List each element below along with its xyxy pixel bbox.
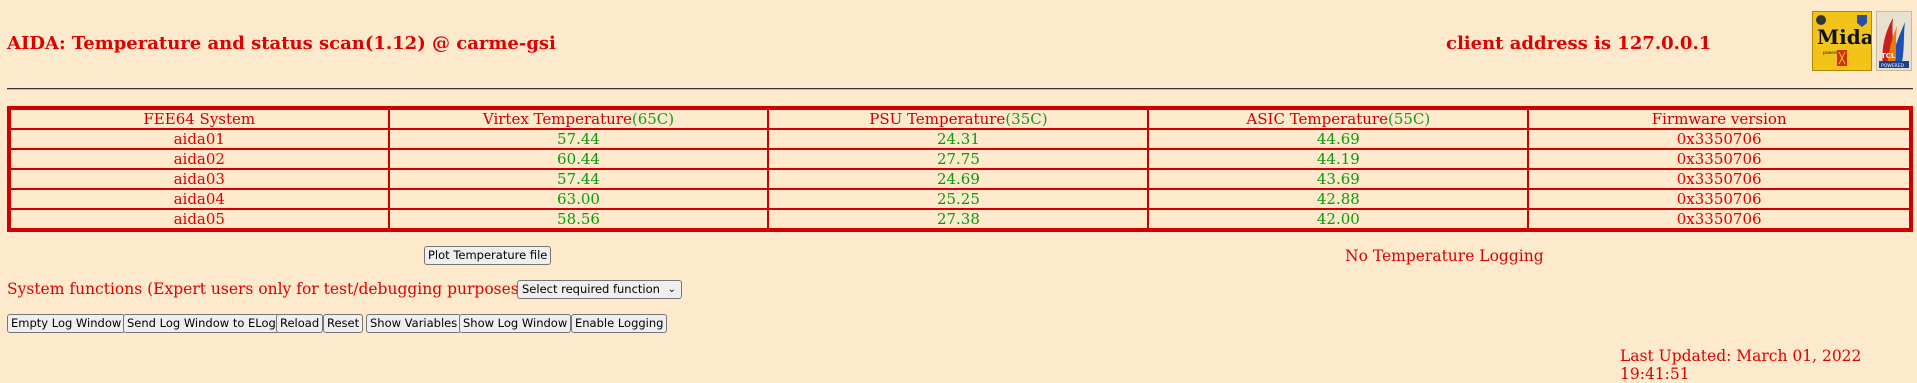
column-header-virtex: Virtex Temperature(65C) <box>388 109 769 129</box>
system-cell: aida04 <box>10 189 389 209</box>
virtex-temp-cell: 60.44 <box>388 149 769 169</box>
table-row: aida03 57.44 24.69 43.69 0x3350706 <box>10 169 1910 189</box>
asic-temp-cell: 43.69 <box>1148 169 1529 189</box>
tcl-powered-logo[interactable]: TCL POWERED <box>1876 11 1912 71</box>
column-header-system: FEE64 System <box>10 109 389 129</box>
virtex-temp-cell: 57.44 <box>388 169 769 189</box>
table-row: aida01 57.44 24.31 44.69 0x3350706 <box>10 129 1910 149</box>
psu-limit: (35C) <box>1005 110 1048 128</box>
plot-temperature-button[interactable]: Plot Temperature file <box>424 246 552 265</box>
firmware-cell: 0x3350706 <box>1528 209 1910 229</box>
show-log-window-button[interactable]: Show Log Window <box>459 314 572 333</box>
asic-temp-cell: 44.19 <box>1148 149 1529 169</box>
firmware-cell: 0x3350706 <box>1528 189 1910 209</box>
reset-button[interactable]: Reset <box>323 314 364 333</box>
system-cell: aida05 <box>10 209 389 229</box>
virtex-limit: (65C) <box>631 110 675 128</box>
horizontal-divider <box>7 88 1913 90</box>
page-title: AIDA: Temperature and status scan(1.12) … <box>7 33 556 54</box>
psu-temp-cell: 27.75 <box>768 149 1149 169</box>
table-row: aida05 58.56 27.38 42.00 0x3350706 <box>10 209 1910 229</box>
firmware-cell: 0x3350706 <box>1528 169 1910 189</box>
virtex-temp-cell: 58.56 <box>388 209 769 229</box>
svg-text:TCL: TCL <box>1881 52 1896 60</box>
function-select[interactable]: Select required function ⌄ <box>517 280 682 299</box>
asic-limit: (55C) <box>1387 110 1431 128</box>
reload-button[interactable]: Reload <box>276 314 324 333</box>
svg-text:POWERED: POWERED <box>1881 63 1905 69</box>
system-functions-label: System functions (Expert users only for … <box>7 280 544 298</box>
system-cell: aida03 <box>10 169 389 189</box>
enable-logging-button[interactable]: Enable Logging <box>571 314 668 333</box>
asic-temp-cell: 42.00 <box>1148 209 1529 229</box>
chevron-down-icon: ⌄ <box>667 284 676 295</box>
asic-temp-cell: 42.88 <box>1148 189 1529 209</box>
firmware-cell: 0x3350706 <box>1528 149 1910 169</box>
table-row: aida02 60.44 27.75 44.19 0x3350706 <box>10 149 1910 169</box>
midas-logo[interactable]: Midas powered by <box>1812 11 1872 71</box>
logging-status: No Temperature Logging <box>1345 247 1544 265</box>
temperature-status-table: FEE64 System Virtex Temperature(65C) PSU… <box>7 106 1913 232</box>
empty-log-window-button[interactable]: Empty Log Window <box>7 314 126 333</box>
asic-temp-cell: 44.69 <box>1148 129 1529 149</box>
system-cell: aida01 <box>10 129 389 149</box>
last-updated: Last Updated: March 01, 2022 19:41:51 <box>1620 347 1862 383</box>
table-row: aida04 63.00 25.25 42.88 0x3350706 <box>10 189 1910 209</box>
psu-temp-cell: 25.25 <box>768 189 1149 209</box>
column-header-firmware: Firmware version <box>1528 109 1910 129</box>
psu-temp-cell: 24.69 <box>768 169 1149 189</box>
table-header-row: FEE64 System Virtex Temperature(65C) PSU… <box>10 109 1910 129</box>
system-cell: aida02 <box>10 149 389 169</box>
virtex-temp-cell: 63.00 <box>388 189 769 209</box>
column-header-psu: PSU Temperature(35C) <box>768 109 1149 129</box>
svg-text:Midas: Midas <box>1817 25 1871 49</box>
show-variables-button[interactable]: Show Variables <box>366 314 462 333</box>
column-header-asic: ASIC Temperature(55C) <box>1148 109 1529 129</box>
function-select-value: Select required function <box>522 282 660 296</box>
psu-temp-cell: 24.31 <box>768 129 1149 149</box>
send-log-to-elog-button[interactable]: Send Log Window to ELog <box>123 314 280 333</box>
firmware-cell: 0x3350706 <box>1528 129 1910 149</box>
virtex-temp-cell: 57.44 <box>388 129 769 149</box>
psu-temp-cell: 27.38 <box>768 209 1149 229</box>
client-address: client address is 127.0.0.1 <box>1446 33 1712 54</box>
logo-group: Midas powered by TCL POWERED <box>1812 11 1912 71</box>
